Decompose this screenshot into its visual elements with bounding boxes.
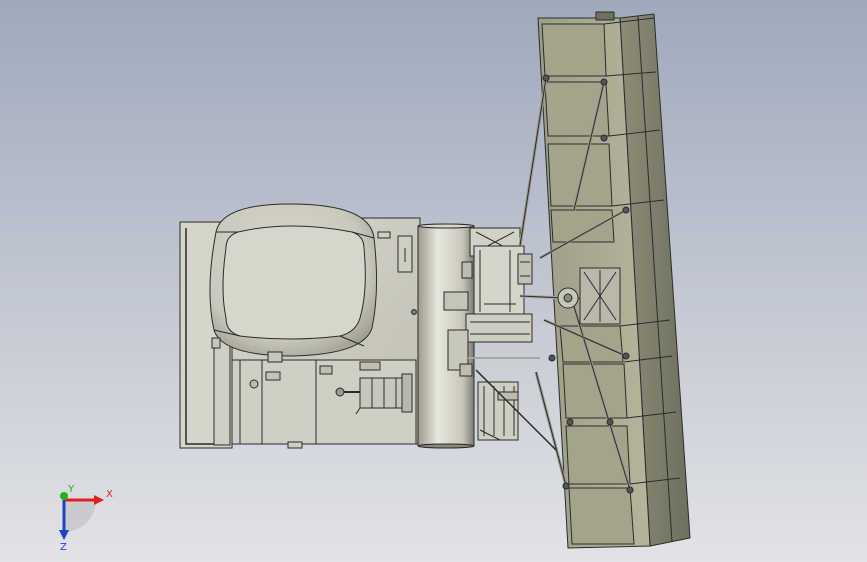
- cab-roof: [209, 203, 378, 363]
- triad-shadow: [64, 500, 96, 532]
- axis-triad: X Y Z: [59, 484, 113, 550]
- z-axis-head: [59, 530, 69, 540]
- z-axis-label: Z: [60, 542, 67, 550]
- x-axis-head: [94, 495, 104, 505]
- cad-viewport[interactable]: X Y Z: [0, 0, 867, 562]
- y-axis-label: Y: [67, 484, 75, 495]
- model-drawing: [179, 11, 691, 549]
- x-axis-label: X: [106, 489, 113, 500]
- y-axis-dot: [60, 492, 68, 500]
